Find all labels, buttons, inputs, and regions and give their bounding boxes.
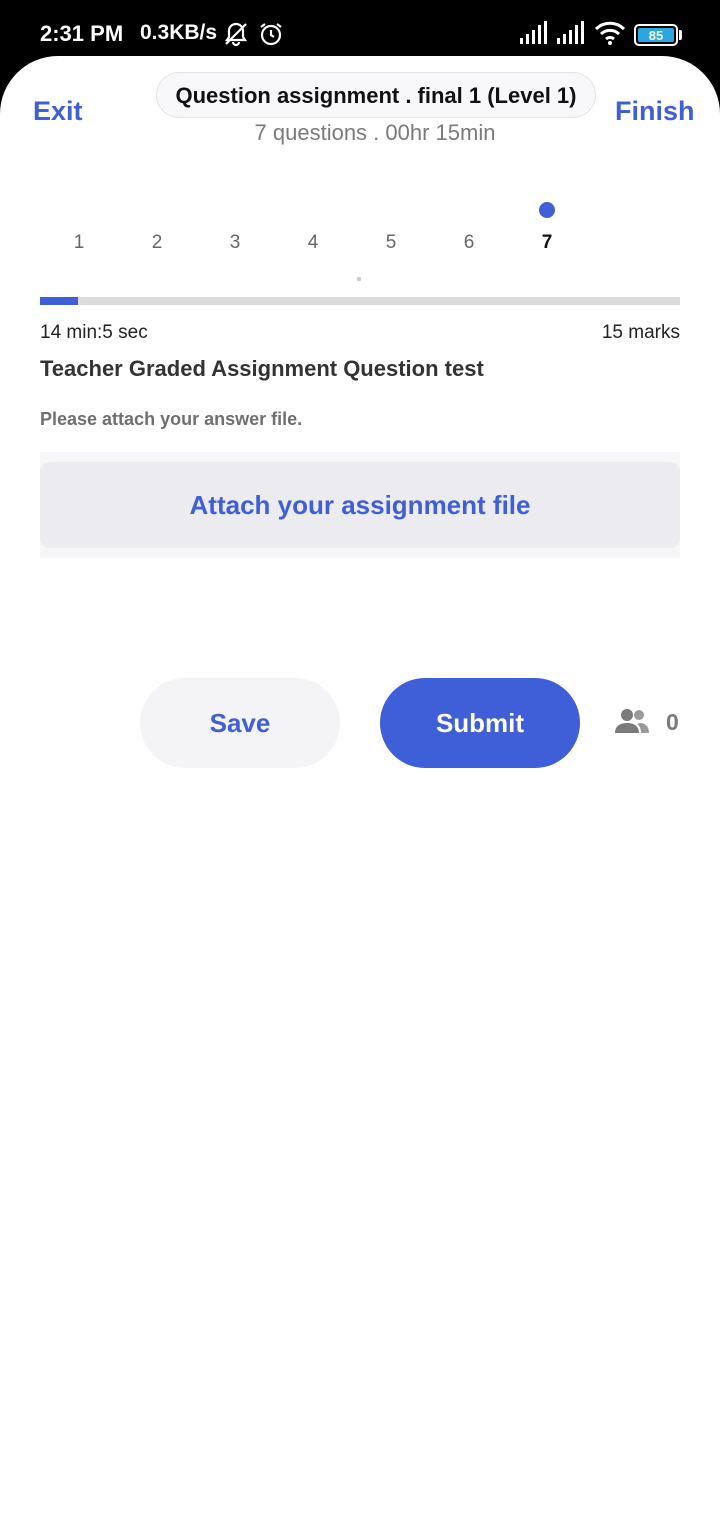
mute-bell-icon (224, 22, 248, 47)
assignment-title: Question assignment . final 1 (Level 1) (156, 72, 596, 118)
battery-icon: 85 (634, 24, 678, 46)
progress-fill (40, 297, 79, 305)
battery-level: 85 (638, 28, 674, 43)
signal-icon (520, 21, 547, 44)
save-button[interactable]: Save (140, 678, 340, 768)
question-title: Teacher Graded Assignment Question test (40, 356, 484, 381)
question-instruction: Please attach your answer file. (40, 409, 303, 429)
participants-count: 0 (666, 709, 679, 735)
countdown-timer: 14 min:5 sec (40, 322, 148, 343)
question-number-7[interactable]: 7 (535, 232, 559, 254)
question-number-5[interactable]: 5 (379, 232, 403, 254)
attach-area: Attach your assignment file (40, 452, 680, 558)
status-time: 2:31 PM (40, 21, 124, 46)
status-net-speed: 0.3KB/s (140, 21, 218, 44)
question-number-1[interactable]: 1 (67, 232, 91, 254)
current-question-dot (539, 202, 555, 218)
question-number-4[interactable]: 4 (301, 232, 325, 254)
assignment-subtitle: 7 questions . 00hr 15min (254, 120, 496, 145)
progress-bar (40, 297, 680, 305)
attach-file-button[interactable]: Attach your assignment file (40, 462, 680, 548)
assignment-screen: Exit Question assignment . final 1 (Leve… (0, 56, 720, 1520)
submit-button[interactable]: Submit (380, 678, 580, 768)
alarm-icon (260, 23, 282, 46)
question-navigator: 1 2 3 4 5 6 7 (40, 196, 680, 286)
question-number-3[interactable]: 3 (223, 232, 247, 254)
question-number-2[interactable]: 2 (145, 232, 169, 254)
question-number-6[interactable]: 6 (457, 232, 481, 254)
signal-icon (557, 21, 584, 44)
page-indicator-dot (357, 277, 361, 281)
users-icon[interactable] (614, 707, 650, 735)
wifi-icon (594, 21, 626, 45)
status-bar: 2:31 PM 0.3KB/s 85 (0, 0, 720, 62)
battery-tip (679, 30, 682, 40)
question-marks: 15 marks (601, 322, 680, 343)
